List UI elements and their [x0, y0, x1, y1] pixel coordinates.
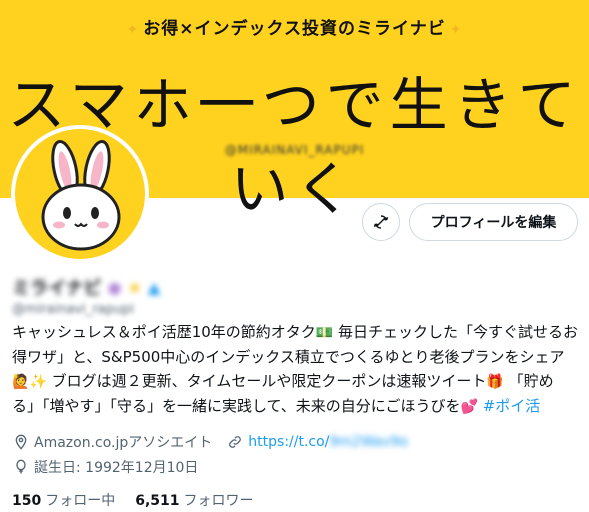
bio-text-3a: ブログは週２更新、タイムセールや限定クーポンは速報ツイート [46, 372, 487, 390]
edit-profile-button[interactable]: プロフィールを編集 [409, 203, 578, 241]
profile-link[interactable]: https://t.co/9m2Wav9o [248, 434, 408, 450]
balloon-icon [12, 458, 30, 476]
sparkle-icon: ✦ [449, 22, 463, 38]
display-name: ミライナビ [12, 278, 102, 299]
follow-stats: 150 フォロー中 6,511 フォロワー [12, 490, 254, 510]
star-emoji: ★ [127, 277, 142, 297]
sync-button[interactable] [362, 203, 400, 241]
meta-row-2: 誕生日: 1992年12月10日 [12, 457, 198, 477]
bio: キャッシュレス＆ポイ活歴10年の節約オタク💵 毎日チェックした「今すぐ試せるお … [12, 320, 580, 419]
following-label: フォロー中 [45, 493, 116, 509]
followers-label: フォロワー [183, 493, 254, 509]
sparkle-emoji-icon: ✨ [29, 374, 47, 390]
bio-text-1: キャッシュレス＆ポイ活歴10年の節約オタク [12, 323, 316, 341]
link-icon [226, 433, 244, 451]
hashtag-link[interactable]: #ポイ活 [483, 397, 541, 415]
money-emoji-icon: 💵 [315, 325, 334, 341]
name-row: ミライナビ ● ★ ▲ [12, 275, 161, 300]
bio-text-4a: る」「増やす」「守る」を一緒に実践して、未来の自分にごほうびを [12, 397, 461, 415]
gift-emoji-icon: 🎁 [486, 374, 504, 390]
verified-badge-icon: ▲ [147, 277, 161, 297]
rabbit-avatar-icon [41, 140, 121, 251]
birthday-text: 誕生日: 1992年12月10日 [34, 460, 199, 476]
person-emoji-icon: 🙋 [12, 374, 30, 390]
rabbit-emoji: ● [107, 277, 122, 297]
sparkle-icon: ✦ [126, 22, 140, 38]
bio-text-3b: 「貯め [503, 372, 554, 390]
profile-link-rest: 9m2Wav9o [329, 434, 409, 450]
followers-count: 6,511 [135, 493, 180, 509]
hearts-emoji-icon: 💕 [460, 399, 478, 415]
banner-subtitle: ✦ お得×インデックス投資のミライナビ ✦ [0, 14, 589, 39]
bio-text-1b: 毎日チェックした「今すぐ試せるお [333, 323, 579, 341]
location-icon [12, 433, 30, 451]
profile-link-text: https://t.co/ [248, 434, 330, 450]
followers-link[interactable]: 6,511 フォロワー [135, 490, 253, 510]
sync-icon [373, 215, 389, 229]
avatar[interactable] [11, 125, 149, 263]
affiliation-text: Amazon.co.jpアソシエイト [34, 435, 213, 451]
meta-row-1: Amazon.co.jpアソシエイト https://t.co/9m2Wav9o [12, 432, 408, 452]
bio-text-2: 得ワザ」と、S&P500中心のインデックス積立でつくるゆとり老後プランをシェア [12, 348, 565, 366]
banner-subtitle-text: お得×インデックス投資のミライナビ [143, 19, 446, 39]
following-count: 150 [12, 493, 42, 509]
following-link[interactable]: 150 フォロー中 [12, 490, 115, 510]
profile-handle: @mirainavi_rapupi [12, 302, 134, 317]
